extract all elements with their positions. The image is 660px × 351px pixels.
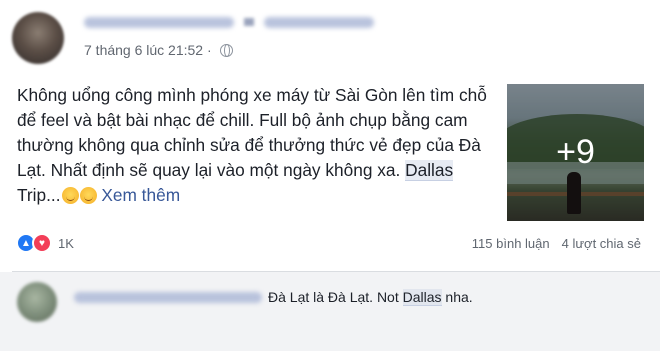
post-text-tail: Trip... [17,185,61,205]
share-count-link[interactable]: 4 lượt chia sẻ [562,236,641,251]
post-card: 7 tháng 6 lúc 21:52 · Không uổng công mì… [0,0,660,271]
arrow-icon [244,18,254,26]
comment-section: Đà Lạt là Đà Lạt. Not Dallas nha. [0,272,660,351]
comment-text-tail: nha. [441,289,473,305]
post-meta: 7 tháng 6 lúc 21:52 · [84,42,233,58]
love-icon: ♥ [32,233,52,253]
comment-text-highlight: Dallas [402,289,442,306]
post-timestamp[interactable]: 7 tháng 6 lúc 21:52 · [84,42,212,58]
reaction-count[interactable]: 1K [58,236,74,251]
comment-text: Đà Lạt là Đà Lạt. Not Dallas nha. [268,289,473,306]
post-stats: 115 bình luận 4 lượt chia sẻ [472,236,641,251]
smile-emoji-icon [79,187,97,204]
more-photos-count[interactable]: +9 [507,84,644,221]
smile-emoji-icon [61,187,79,204]
comment-count-link[interactable]: 115 bình luận [472,236,550,251]
comment-text-body: Đà Lạt là Đà Lạt. Not [268,289,403,305]
reactions-summary[interactable]: ▲ ♥ 1K [16,233,74,253]
post-photo[interactable]: +9 [507,84,644,221]
author-name-blur [84,16,234,28]
author-avatar[interactable] [12,12,64,64]
commenter-name-blurred[interactable] [74,291,262,303]
see-more-link[interactable]: Xem thêm [101,185,180,205]
commenter-avatar[interactable] [17,282,57,322]
post-text-highlight: Dallas [405,160,454,181]
author-name-blurred[interactable] [84,14,384,30]
group-name-blur [264,16,374,28]
globe-icon[interactable] [219,43,233,57]
comment-bubble: Đà Lạt là Đà Lạt. Not Dallas nha. [62,278,485,316]
post-text: Không uổng công mình phóng xe máy từ Sài… [17,83,487,208]
